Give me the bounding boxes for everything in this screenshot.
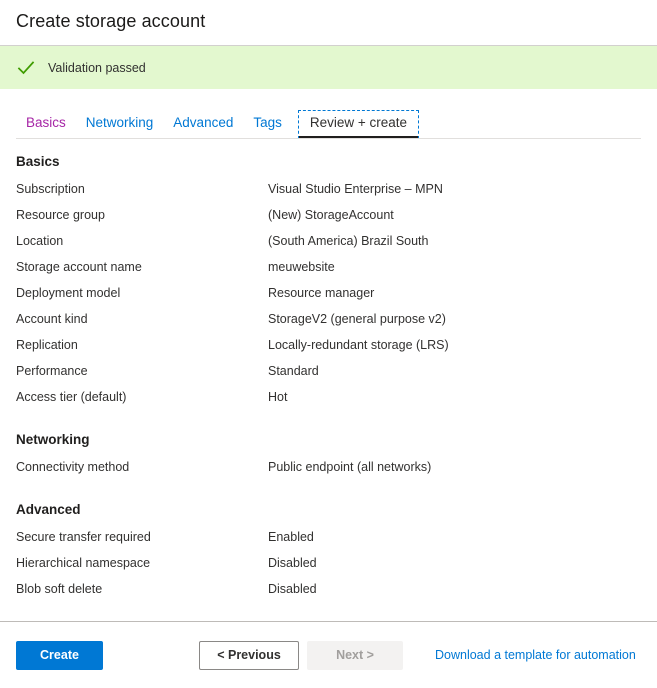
table-row: Resource group (New) StorageAccount bbox=[16, 206, 641, 232]
row-label: Replication bbox=[16, 338, 78, 352]
table-row: Account kind StorageV2 (general purpose … bbox=[16, 310, 641, 336]
download-template-link[interactable]: Download a template for automation bbox=[435, 648, 636, 662]
row-value: meuwebsite bbox=[268, 260, 335, 274]
row-value: (South America) Brazil South bbox=[268, 234, 429, 248]
checkmark-icon bbox=[17, 60, 35, 74]
row-label: Subscription bbox=[16, 182, 85, 196]
table-row: Access tier (default) Hot bbox=[16, 388, 641, 414]
row-value: Locally-redundant storage (LRS) bbox=[268, 338, 449, 352]
wizard-tabs: Basics Networking Advanced Tags Review +… bbox=[0, 107, 657, 139]
row-label: Deployment model bbox=[16, 286, 121, 300]
review-summary: Basics Subscription Visual Studio Enterp… bbox=[0, 139, 657, 606]
tab-advanced[interactable]: Advanced bbox=[163, 110, 243, 139]
table-row: Replication Locally-redundant storage (L… bbox=[16, 336, 641, 362]
table-row: Performance Standard bbox=[16, 362, 641, 388]
table-row: Blob soft delete Disabled bbox=[16, 580, 641, 606]
table-row: Connectivity method Public endpoint (all… bbox=[16, 458, 641, 484]
table-row: Storage account name meuwebsite bbox=[16, 258, 641, 284]
row-value: Disabled bbox=[268, 582, 317, 596]
tab-review-create[interactable]: Review + create bbox=[297, 110, 420, 139]
previous-button[interactable]: < Previous bbox=[199, 640, 299, 670]
section-heading-networking: Networking bbox=[16, 432, 90, 447]
table-row: Hierarchical namespace Disabled bbox=[16, 554, 641, 580]
section-heading-advanced: Advanced bbox=[16, 502, 81, 517]
row-label: Connectivity method bbox=[16, 460, 130, 474]
tabs-divider bbox=[16, 138, 641, 139]
table-row: Location (South America) Brazil South bbox=[16, 232, 641, 258]
section-heading-basics: Basics bbox=[16, 154, 60, 169]
table-row: Subscription Visual Studio Enterprise – … bbox=[16, 180, 641, 206]
table-row: Deployment model Resource manager bbox=[16, 284, 641, 310]
row-label: Storage account name bbox=[16, 260, 142, 274]
validation-message: Validation passed bbox=[48, 60, 146, 75]
row-label: Resource group bbox=[16, 208, 105, 222]
row-value: Visual Studio Enterprise – MPN bbox=[268, 182, 443, 196]
row-value: Standard bbox=[268, 364, 319, 378]
footer-action-bar: Create < Previous Next > Download a temp… bbox=[0, 622, 657, 688]
row-label: Access tier (default) bbox=[16, 390, 127, 404]
tab-basics[interactable]: Basics bbox=[16, 110, 76, 139]
row-label: Secure transfer required bbox=[16, 530, 151, 544]
validation-banner: Validation passed bbox=[0, 45, 657, 89]
row-label: Blob soft delete bbox=[16, 582, 103, 596]
create-button[interactable]: Create bbox=[16, 640, 103, 670]
page-title: Create storage account bbox=[16, 11, 206, 31]
next-button: Next > bbox=[307, 640, 403, 670]
row-label: Hierarchical namespace bbox=[16, 556, 151, 570]
row-value: StorageV2 (general purpose v2) bbox=[268, 312, 446, 326]
row-value: Enabled bbox=[268, 530, 314, 544]
row-value: (New) StorageAccount bbox=[268, 208, 394, 222]
tab-tags[interactable]: Tags bbox=[243, 110, 292, 139]
table-row: Secure transfer required Enabled bbox=[16, 528, 641, 554]
row-value: Disabled bbox=[268, 556, 317, 570]
tab-networking[interactable]: Networking bbox=[76, 110, 164, 139]
row-label: Location bbox=[16, 234, 64, 248]
row-value: Public endpoint (all networks) bbox=[268, 460, 432, 474]
row-label: Performance bbox=[16, 364, 88, 378]
row-value: Resource manager bbox=[268, 286, 375, 300]
row-value: Hot bbox=[268, 390, 288, 404]
row-label: Account kind bbox=[16, 312, 88, 326]
